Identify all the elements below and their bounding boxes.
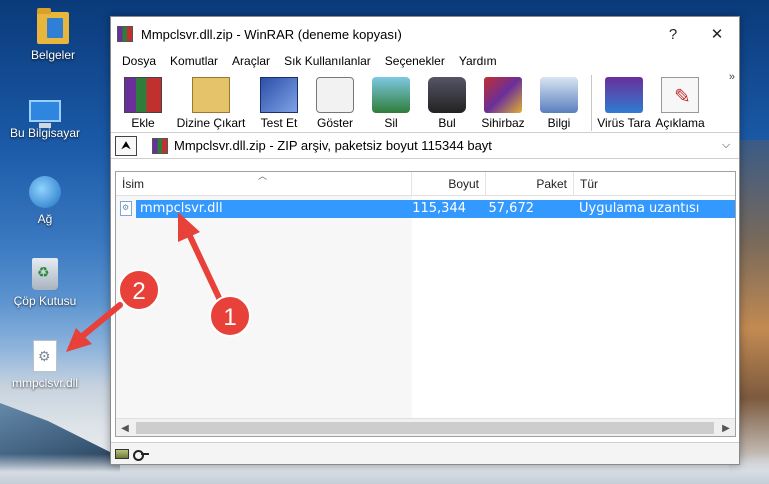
find-binoculars-icon — [428, 77, 466, 113]
file-name-cell: mmpclsvr.dll — [140, 201, 223, 216]
dll-file-icon — [33, 340, 57, 372]
column-size[interactable]: Boyut — [412, 172, 486, 195]
scrollbar-thumb[interactable] — [136, 422, 714, 434]
desktop-icon-label: Belgeler — [30, 48, 76, 62]
desktop-icon-dll-file[interactable]: mmpclsvr.dll — [0, 340, 90, 390]
zip-archive-icon — [152, 137, 168, 154]
status-bar — [111, 442, 739, 464]
delete-recycle-icon — [372, 77, 410, 113]
add-button[interactable]: Ekle — [115, 73, 171, 130]
help-button[interactable]: ? — [651, 17, 695, 51]
extract-to-button[interactable]: Dizine Çıkart — [171, 73, 251, 130]
file-rows: mmpclsvr.dll 115,344 57,672 Uygulama uza… — [116, 196, 735, 418]
name-column-background — [116, 196, 412, 418]
address-dropdown-icon[interactable]: ⌵ — [718, 139, 734, 152]
find-button[interactable]: Bul — [419, 73, 475, 130]
desktop-icon-recycle-bin[interactable]: Çöp Kutusu — [0, 258, 90, 308]
toolbar-more-chevron-icon[interactable]: » — [729, 71, 735, 83]
table-row[interactable]: mmpclsvr.dll 115,344 57,672 Uygulama uza… — [116, 200, 735, 218]
desktop-icon-documents[interactable]: Belgeler — [8, 8, 98, 62]
dll-file-icon — [120, 201, 132, 216]
menu-bar: Dosya Komutlar Araçlar Sık Kullanılanlar… — [111, 51, 739, 71]
desktop-icon-this-pc[interactable]: Bu Bilgisayar — [0, 94, 90, 140]
info-icon — [540, 77, 578, 113]
address-text: Mmpclsvr.dll.zip - ZIP arşiv, paketsiz b… — [174, 138, 492, 153]
virus-scan-icon — [605, 77, 643, 113]
comment-pen-icon — [661, 77, 699, 113]
wizard-button-label: Sihirbaz — [481, 116, 525, 130]
test-button-label: Test Et — [260, 116, 298, 130]
column-packed[interactable]: Paket — [486, 172, 574, 195]
file-type-cell: Uygulama uzantısı — [579, 201, 700, 216]
address-bar: ⮝ Mmpclsvr.dll.zip - ZIP arşiv, paketsiz… — [111, 133, 739, 159]
key-icon[interactable] — [133, 449, 149, 461]
winrar-app-icon — [117, 26, 133, 42]
extract-to-button-label: Dizine Çıkart — [176, 116, 246, 130]
menu-commands[interactable]: Komutlar — [163, 54, 225, 68]
delete-button-label: Sil — [384, 116, 398, 130]
close-button[interactable]: ✕ — [695, 17, 739, 51]
test-book-icon — [260, 77, 298, 113]
menu-options[interactable]: Seçenekler — [378, 54, 452, 68]
wizard-icon — [484, 77, 522, 113]
extract-folder-icon — [192, 77, 230, 113]
title-bar[interactable]: Mmpclsvr.dll.zip - WinRAR (deneme kopyas… — [111, 17, 739, 51]
drive-icon[interactable] — [115, 448, 129, 459]
recycle-bin-icon — [32, 258, 58, 290]
test-button[interactable]: Test Et — [251, 73, 307, 130]
file-size-cell: 115,344 — [412, 201, 466, 216]
view-button-label: Göster — [316, 116, 353, 130]
desktop-icon-network[interactable]: Ağ — [0, 176, 90, 226]
view-button[interactable]: Göster — [307, 73, 363, 130]
desktop-icon-label: mmpclsvr.dll — [11, 376, 78, 390]
folder-icon — [37, 8, 69, 44]
add-archive-icon — [124, 77, 162, 113]
view-glasses-icon — [316, 77, 354, 113]
menu-tools[interactable]: Araçlar — [225, 54, 277, 68]
file-list: ︿ İsim Boyut Paket Tür mmpclsvr.dll 115,… — [115, 171, 736, 437]
scroll-left-icon[interactable]: ◀ — [118, 421, 132, 435]
desktop-icon-label: Çöp Kutusu — [13, 294, 77, 308]
up-folder-button[interactable]: ⮝ — [115, 135, 137, 156]
computer-icon — [29, 100, 61, 128]
menu-favorites[interactable]: Sık Kullanılanlar — [277, 54, 378, 68]
wizard-button[interactable]: Sihirbaz — [475, 73, 531, 130]
winrar-window: Mmpclsvr.dll.zip - WinRAR (deneme kopyas… — [110, 16, 740, 465]
info-button[interactable]: Bilgi — [531, 73, 587, 130]
info-button-label: Bilgi — [547, 116, 571, 130]
window-title: Mmpclsvr.dll.zip - WinRAR (deneme kopyas… — [141, 26, 402, 42]
network-globe-icon — [29, 176, 61, 208]
scroll-right-icon[interactable]: ▶ — [719, 421, 733, 435]
toolbar-separator — [591, 75, 592, 131]
virus-scan-button-label: Virüs Tara — [597, 116, 651, 130]
toolbar: Ekle Dizine Çıkart Test Et Göster Sil Bu… — [111, 71, 739, 133]
menu-file[interactable]: Dosya — [115, 54, 163, 68]
comment-button[interactable]: Açıklama — [652, 73, 708, 130]
comment-button-label: Açıklama — [655, 116, 705, 130]
virus-scan-button[interactable]: Virüs Tara — [596, 73, 652, 130]
horizontal-scrollbar[interactable]: ◀ ▶ — [116, 418, 735, 436]
column-type[interactable]: Tür — [574, 172, 735, 195]
column-header: ︿ İsim Boyut Paket Tür — [116, 172, 735, 196]
address-field[interactable]: Mmpclsvr.dll.zip - ZIP arşiv, paketsiz b… — [151, 134, 735, 157]
file-packed-cell: 57,672 — [488, 201, 535, 216]
desktop-icon-label: Bu Bilgisayar — [9, 126, 81, 140]
desktop-icon-label: Ağ — [37, 212, 53, 226]
add-button-label: Ekle — [131, 116, 155, 130]
delete-button[interactable]: Sil — [363, 73, 419, 130]
find-button-label: Bul — [438, 116, 456, 130]
menu-help[interactable]: Yardım — [452, 54, 504, 68]
sort-ascending-icon: ︿ — [258, 171, 268, 181]
